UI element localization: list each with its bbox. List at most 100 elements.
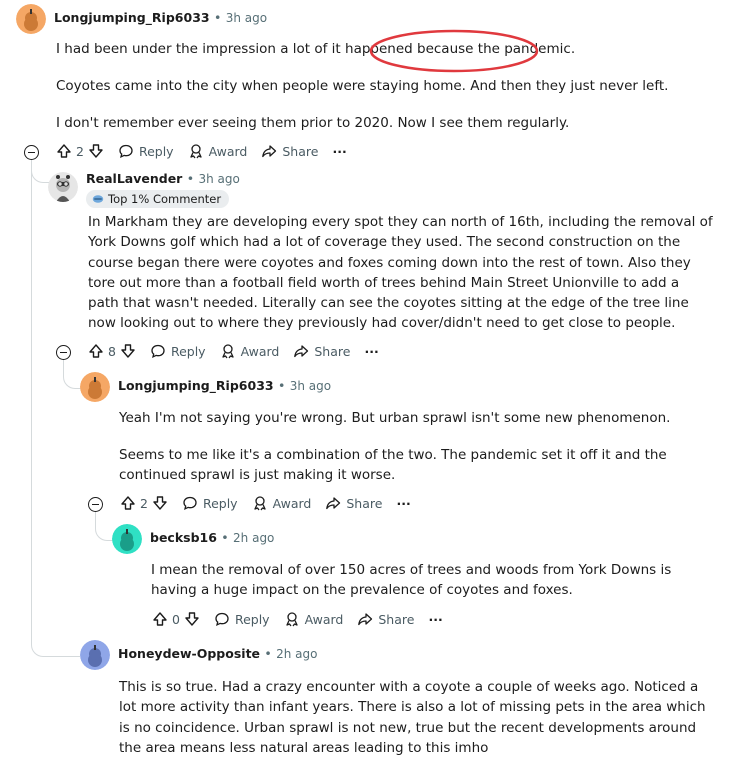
downvote-icon[interactable] xyxy=(120,343,136,359)
collapse-thread-button[interactable] xyxy=(56,345,71,360)
separator: • xyxy=(213,10,222,25)
comment-paragraph: I don't remember ever seeing them prior … xyxy=(56,114,570,131)
reply-label: Reply xyxy=(138,143,174,159)
comment-body: Yeah I'm not saying you're wrong. But ur… xyxy=(119,408,714,502)
comment-body: In Markham they are developing every spo… xyxy=(88,212,713,350)
user-flair-badge: Top 1% Commenter xyxy=(86,190,230,208)
vote-count: 2 xyxy=(140,495,148,511)
share-icon xyxy=(357,611,373,627)
comment-body: This is so true. Had a crazy encounter w… xyxy=(119,677,719,775)
badge-label: Top 1% Commenter xyxy=(108,192,222,206)
reply-button[interactable]: Reply xyxy=(182,495,238,511)
comment-author-line: becksb16 • 2h ago xyxy=(150,530,274,545)
comment-paragraph: I mean the removal of over 150 acres of … xyxy=(151,562,672,599)
comment-author-line: Longjumping_Rip6033 • 3h ago xyxy=(54,10,267,25)
highlight-circle xyxy=(369,29,539,73)
timestamp[interactable]: 3h ago xyxy=(198,172,239,186)
comment-paragraph: This is so true. Had a crazy encounter w… xyxy=(119,679,706,756)
upvote-icon[interactable] xyxy=(152,611,168,627)
comment-paragraph: Coyotes came into the city when people w… xyxy=(56,77,669,94)
more-options-icon: ··· xyxy=(396,495,411,511)
vote-count: 0 xyxy=(172,611,180,627)
achievement-icon xyxy=(92,193,104,205)
separator: • xyxy=(221,530,229,545)
separator: • xyxy=(264,646,272,661)
more-options-button[interactable]: ··· xyxy=(364,344,378,359)
more-options-icon: ··· xyxy=(364,343,379,359)
reply-label: Reply xyxy=(234,611,270,627)
more-options-button[interactable]: ··· xyxy=(332,144,346,159)
timestamp[interactable]: 3h ago xyxy=(290,379,331,393)
share-label: Share xyxy=(282,143,319,159)
reply-button[interactable]: Reply xyxy=(118,143,174,159)
vote-control: 2 xyxy=(120,495,168,511)
collapse-thread-button[interactable] xyxy=(24,145,39,160)
award-label: Award xyxy=(208,143,248,159)
share-button[interactable]: Share xyxy=(293,343,350,359)
downvote-icon[interactable] xyxy=(88,143,104,159)
comment-author-line: RealLavender • 3h ago xyxy=(86,171,240,186)
comment-actions: 2 Reply Award Share ··· xyxy=(56,143,361,159)
share-button[interactable]: Share xyxy=(357,611,414,627)
comment-author-line: Honeydew-Opposite • 2h ago xyxy=(118,646,318,661)
downvote-icon[interactable] xyxy=(184,611,200,627)
award-button[interactable]: Award xyxy=(284,611,344,627)
avatar[interactable] xyxy=(80,372,110,402)
upvote-icon[interactable] xyxy=(120,495,136,511)
avatar[interactable] xyxy=(48,172,78,202)
more-options-icon: ··· xyxy=(332,143,347,159)
comment-actions: 2 Reply Award Share ··· xyxy=(120,495,425,511)
collapse-thread-button[interactable] xyxy=(88,497,103,512)
separator: • xyxy=(277,378,286,393)
upvote-icon[interactable] xyxy=(88,343,104,359)
username[interactable]: Longjumping_Rip6033 xyxy=(118,378,274,393)
award-icon xyxy=(284,611,300,627)
vote-count: 8 xyxy=(108,343,116,359)
award-button[interactable]: Award xyxy=(188,143,248,159)
timestamp[interactable]: 3h ago xyxy=(226,11,267,25)
reply-label: Reply xyxy=(170,343,206,359)
more-options-button[interactable]: ··· xyxy=(428,612,442,627)
share-label: Share xyxy=(346,495,383,511)
comment-author-line: Longjumping_Rip6033 • 3h ago xyxy=(118,378,331,393)
more-options-icon: ··· xyxy=(428,611,443,627)
comment-paragraph: In Markham they are developing every spo… xyxy=(88,214,713,332)
vote-control: 8 xyxy=(88,343,136,359)
avatar[interactable] xyxy=(80,640,110,670)
reply-button[interactable]: Reply xyxy=(150,343,206,359)
share-icon xyxy=(293,343,309,359)
award-button[interactable]: Award xyxy=(220,343,280,359)
username[interactable]: becksb16 xyxy=(150,530,217,545)
comment-body: I mean the removal of over 150 acres of … xyxy=(151,560,716,617)
reply-icon xyxy=(118,143,134,159)
award-button[interactable]: Award xyxy=(252,495,312,511)
username[interactable]: Longjumping_Rip6033 xyxy=(54,10,210,25)
thread-branch xyxy=(31,160,80,657)
award-label: Award xyxy=(304,611,344,627)
username[interactable]: RealLavender xyxy=(86,171,182,186)
award-icon xyxy=(188,143,204,159)
comment-paragraph: Yeah I'm not saying you're wrong. But ur… xyxy=(119,410,671,426)
downvote-icon[interactable] xyxy=(152,495,168,511)
vote-count: 2 xyxy=(76,143,84,159)
reply-label: Reply xyxy=(202,495,238,511)
comment-actions: 8 Reply Award Share ··· xyxy=(88,343,393,359)
avatar[interactable] xyxy=(112,524,142,554)
timestamp[interactable]: 2h ago xyxy=(276,647,317,661)
reply-icon xyxy=(150,343,166,359)
comment-actions: 0 Reply Award Share ··· xyxy=(152,611,457,627)
username[interactable]: Honeydew-Opposite xyxy=(118,646,260,661)
share-button[interactable]: Share xyxy=(261,143,318,159)
share-icon xyxy=(261,143,277,159)
reply-button[interactable]: Reply xyxy=(214,611,270,627)
share-button[interactable]: Share xyxy=(325,495,382,511)
award-icon xyxy=(252,495,268,511)
share-label: Share xyxy=(314,343,351,359)
upvote-icon[interactable] xyxy=(56,143,72,159)
timestamp[interactable]: 2h ago xyxy=(233,531,274,545)
more-options-button[interactable]: ··· xyxy=(396,496,410,511)
comment-paragraph: Seems to me like it's a combination of t… xyxy=(119,446,667,484)
avatar[interactable] xyxy=(16,4,46,34)
award-label: Award xyxy=(272,495,312,511)
award-label: Award xyxy=(240,343,280,359)
